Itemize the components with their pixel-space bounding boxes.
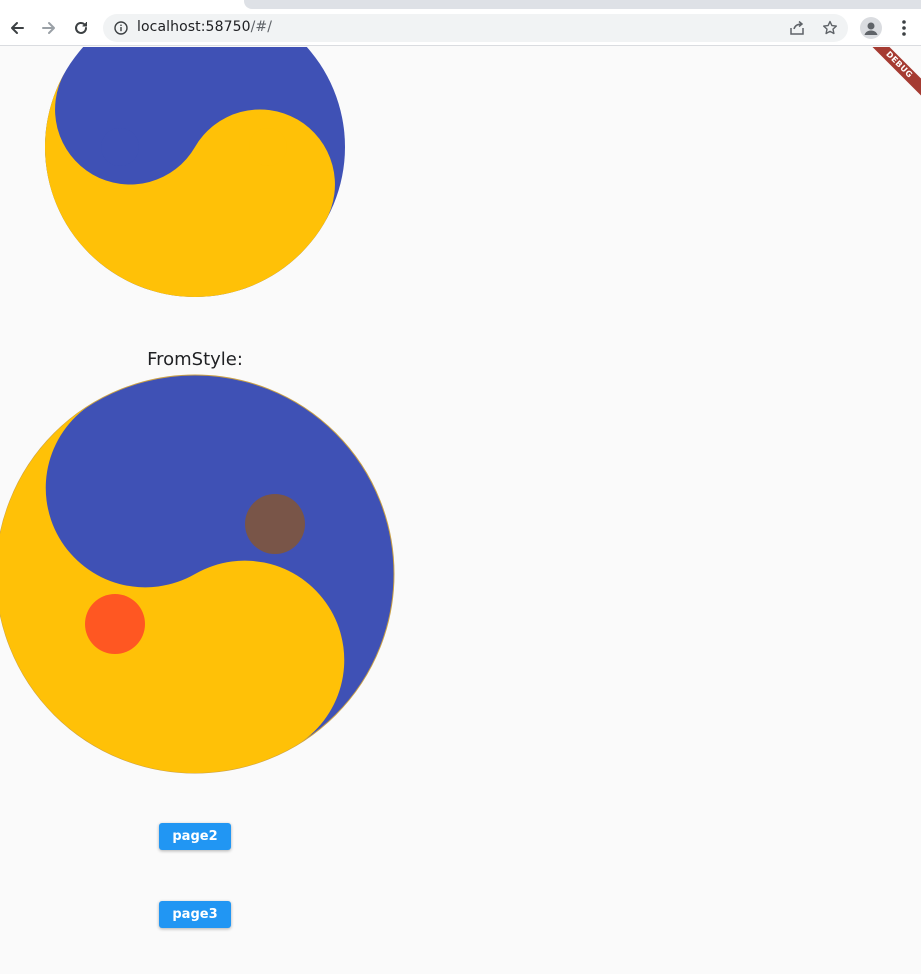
taiji-top-yin-dot: [101, 128, 139, 166]
page2-button[interactable]: page2: [159, 823, 231, 850]
taiji-bottom-brown-dot: [245, 494, 305, 554]
back-button[interactable]: [3, 14, 31, 42]
taiji-bottom-red-dot: [85, 594, 145, 654]
taiji-bottom: [0, 374, 395, 774]
person-icon: [864, 22, 878, 35]
page3-button[interactable]: page3: [159, 901, 231, 928]
taiji-top-yang-dot: [249, 128, 287, 166]
debug-banner: DEBUG: [861, 47, 921, 107]
taiji-top: [45, 47, 345, 297]
page-viewport: FromStyle: page2 page3 DEBUG: [0, 47, 921, 974]
share-icon[interactable]: [789, 20, 805, 36]
reload-icon: [75, 21, 87, 34]
reload-button[interactable]: [67, 14, 95, 42]
debug-label: DEBUG: [861, 47, 921, 105]
arrow-right-icon: [42, 22, 55, 34]
forward-button[interactable]: [35, 14, 63, 42]
arrow-left-icon: [11, 22, 24, 34]
profile-avatar-icon[interactable]: [860, 17, 882, 39]
url-path: /#/: [250, 19, 273, 35]
url-host: localhost:58750: [137, 19, 251, 35]
url-text: localhost:58750/#/: [137, 19, 272, 35]
star-icon[interactable]: [822, 20, 838, 36]
from-style-caption: FromStyle:: [147, 349, 243, 370]
more-vert-icon[interactable]: [896, 18, 912, 38]
browser-toolbar: localhost:58750/#/: [0, 0, 921, 46]
info-icon[interactable]: [114, 21, 128, 35]
address-bar[interactable]: localhost:58750/#/: [103, 14, 848, 42]
tab-strip: [244, 0, 921, 9]
